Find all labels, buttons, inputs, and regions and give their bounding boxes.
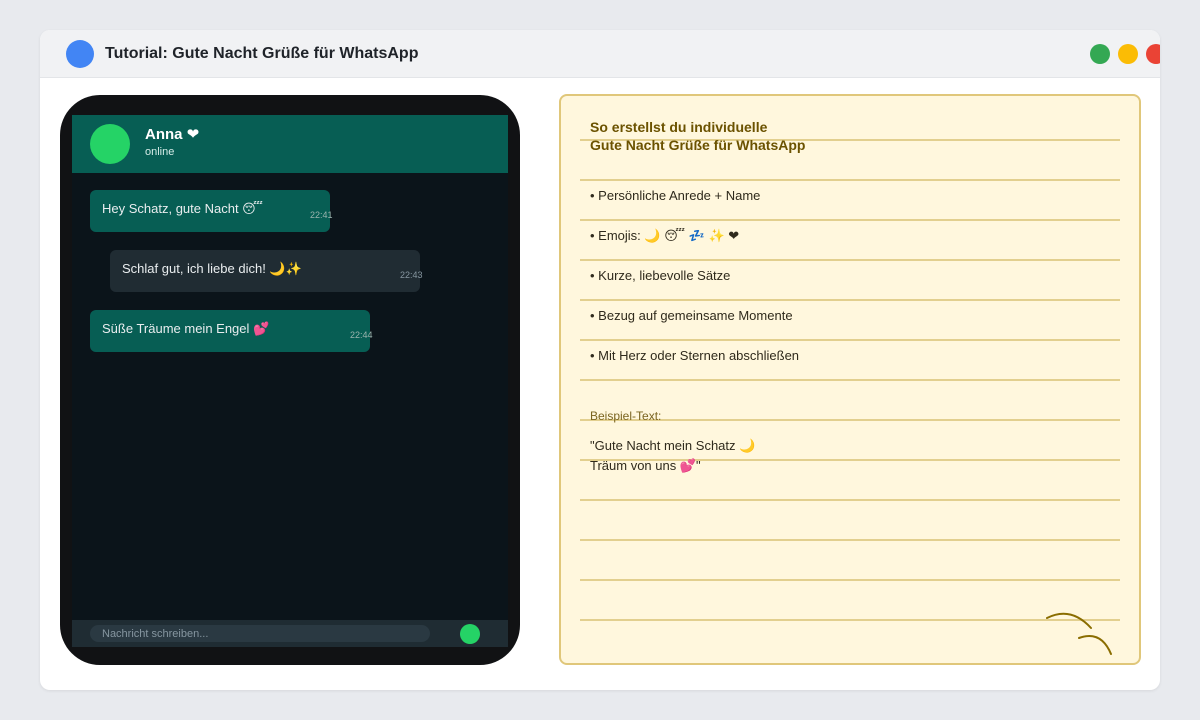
pen-doodle-icon xyxy=(1046,612,1112,655)
avatar[interactable] xyxy=(90,124,130,164)
message-text: Süße Träume mein Engel 💕 xyxy=(102,321,270,336)
chat-header[interactable]: Anna ❤ online xyxy=(72,115,508,173)
maximize-button[interactable] xyxy=(1090,44,1110,64)
notebook-panel: So erstellst du individuelle Gute Nacht … xyxy=(559,94,1141,665)
notebook-rule xyxy=(580,179,1120,181)
notebook-title-line-2: Gute Nacht Grüße für WhatsApp xyxy=(590,137,806,153)
window-title: Tutorial: Gute Nacht Grüße für WhatsApp xyxy=(105,45,419,62)
tip-item: • Kurze, liebevolle Sätze xyxy=(590,268,731,283)
notebook-rule xyxy=(580,219,1120,221)
example-text-line-1: "Gute Nacht mein Schatz 🌙 xyxy=(590,438,756,453)
message-bubble[interactable]: Schlaf gut, ich liebe dich! 🌙✨ 22:43 xyxy=(110,250,423,292)
message-input[interactable] xyxy=(90,625,430,642)
message-time: 22:44 xyxy=(350,330,373,340)
message-time: 22:41 xyxy=(310,210,333,220)
notebook-rule xyxy=(580,619,1120,621)
notebook-rule xyxy=(580,579,1120,581)
notebook-rule xyxy=(580,259,1120,261)
notebook-rule xyxy=(580,299,1120,301)
message-bubble[interactable]: Süße Träume mein Engel 💕 22:44 xyxy=(90,310,373,352)
app-window: Tutorial: Gute Nacht Grüße für WhatsApp … xyxy=(40,30,1160,690)
notebook-rule xyxy=(580,499,1120,501)
message-text: Hey Schatz, gute Nacht 😴 xyxy=(102,201,264,216)
tip-item: • Mit Herz oder Sternen abschließen xyxy=(590,348,800,363)
contact-status: online xyxy=(145,146,175,158)
tip-item: • Persönliche Anrede + Name xyxy=(590,188,761,203)
tip-item: • Emojis: 🌙 😴 💤 ✨ ❤ xyxy=(590,228,740,243)
title-bar: Tutorial: Gute Nacht Grüße für WhatsApp xyxy=(40,30,1160,78)
notebook-rule xyxy=(580,339,1120,341)
message-time: 22:43 xyxy=(400,270,423,280)
app-icon xyxy=(66,40,94,68)
message-input-bar xyxy=(72,620,508,647)
example-label: Beispiel-Text: xyxy=(590,409,662,423)
close-button[interactable] xyxy=(1146,44,1160,64)
message-text: Schlaf gut, ich liebe dich! 🌙✨ xyxy=(122,261,302,276)
send-button[interactable] xyxy=(460,624,480,644)
chat-screen: Anna ❤ online Hey Schatz, gute Nacht 😴 2… xyxy=(72,115,508,647)
phone-mockup: Anna ❤ online Hey Schatz, gute Nacht 😴 2… xyxy=(60,95,520,665)
notebook-rule xyxy=(580,539,1120,541)
contact-name: Anna ❤ xyxy=(145,126,200,143)
tip-item: • Bezug auf gemeinsame Momente xyxy=(590,308,793,323)
notebook-title-line-1: So erstellst du individuelle xyxy=(590,119,768,135)
message-bubble[interactable]: Hey Schatz, gute Nacht 😴 22:41 xyxy=(90,190,333,232)
notebook-rule xyxy=(580,379,1120,381)
notebook-title: So erstellst du individuelle Gute Nacht … xyxy=(590,118,805,154)
example-text-line-2: Träum von uns 💕" xyxy=(590,458,701,473)
minimize-button[interactable] xyxy=(1118,44,1138,64)
